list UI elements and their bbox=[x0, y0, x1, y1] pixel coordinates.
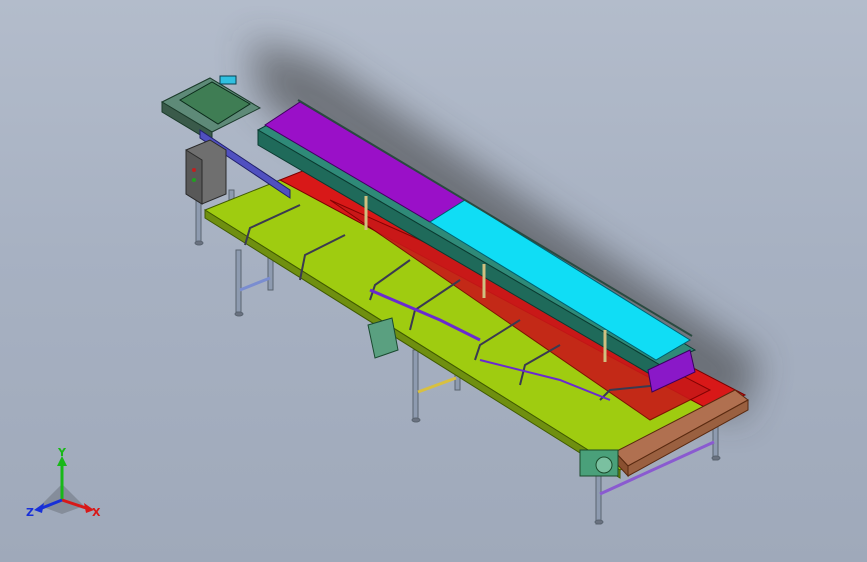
axis-triad: Y X Z bbox=[26, 446, 101, 519]
y-axis-label: Y bbox=[57, 446, 67, 459]
z-axis-label: Z bbox=[26, 506, 34, 519]
control-box bbox=[185, 139, 227, 205]
drive-motor bbox=[579, 449, 619, 477]
x-axis-label: X bbox=[92, 506, 101, 519]
conveyor-model[interactable] bbox=[0, 0, 867, 562]
graphics-viewport[interactable]: Y X Z bbox=[0, 0, 867, 562]
mid-bracket bbox=[367, 317, 399, 359]
